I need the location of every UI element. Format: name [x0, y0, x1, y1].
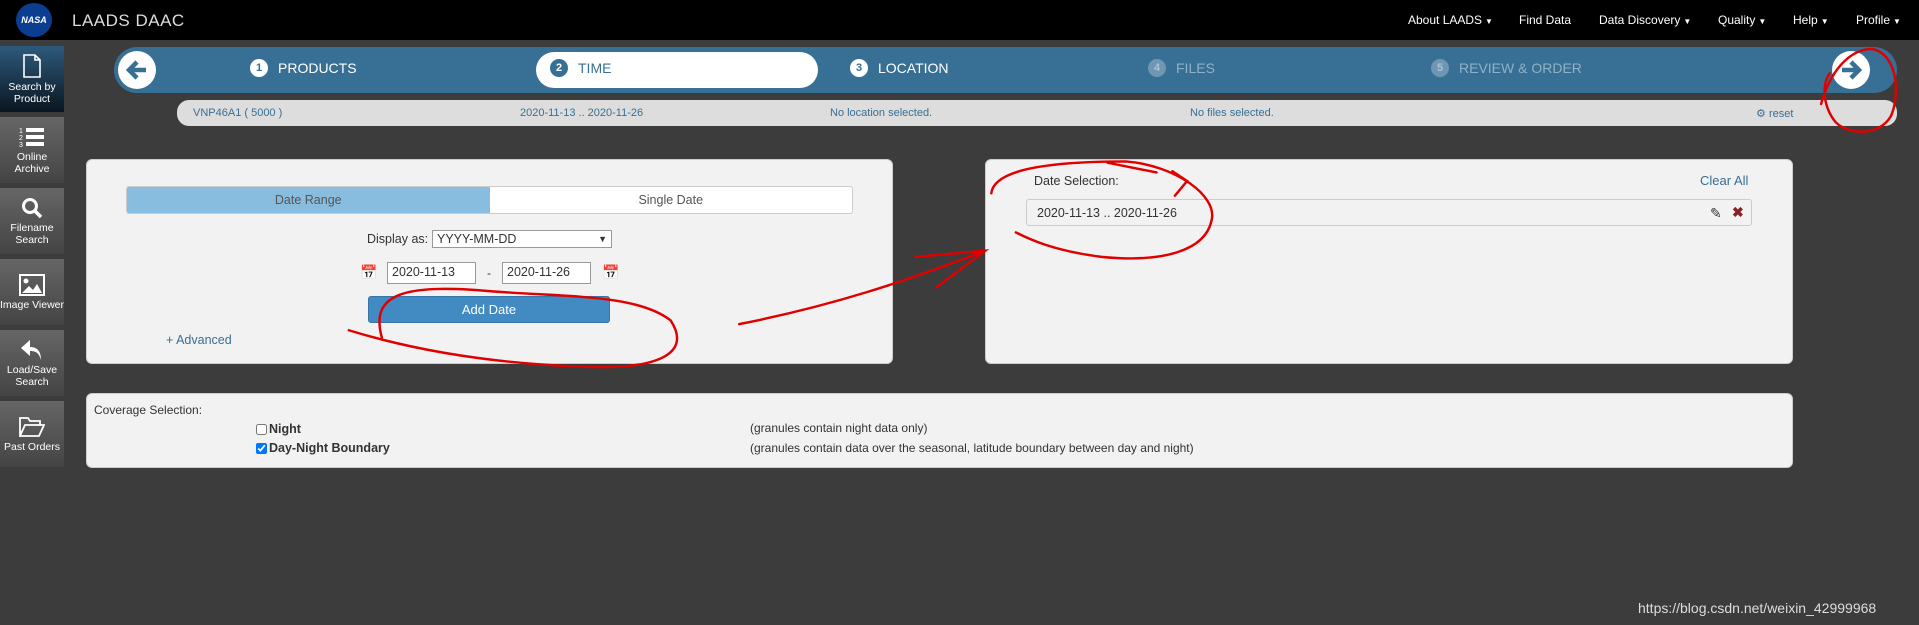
tab-date-range[interactable]: Date Range — [127, 187, 490, 213]
night-checkbox-option[interactable]: Night — [256, 422, 301, 436]
start-date-input[interactable]: 2020-11-13 — [387, 262, 476, 284]
date-selection-item: 2020-11-13 .. 2020-11-26 — [1026, 199, 1752, 226]
date-selection-panel — [985, 159, 1793, 364]
display-format-select[interactable]: YYYY-MM-DD ▼ — [432, 230, 612, 248]
arrow-left-icon — [125, 60, 146, 80]
night-description: (granules contain night data only) — [750, 421, 928, 435]
previous-step-button[interactable] — [118, 51, 156, 89]
tab-single-date[interactable]: Single Date — [490, 187, 853, 213]
day-night-boundary-checkbox[interactable] — [256, 442, 267, 454]
night-checkbox[interactable] — [256, 423, 267, 435]
folder-open-icon — [19, 416, 45, 437]
step-review-order: 5 REVIEW & ORDER — [1431, 59, 1582, 77]
day-night-boundary-checkbox-option[interactable]: Day-Night Boundary — [256, 441, 390, 455]
reset-button[interactable]: ⚙ reset — [1756, 107, 1793, 120]
date-selection-label: Date Selection: — [1034, 174, 1119, 188]
sidebar-item-search-by-product[interactable]: Search by Product — [0, 46, 64, 112]
sidebar-item-load-save-search[interactable]: Load/Save Search — [0, 330, 64, 396]
add-date-button[interactable]: Add Date — [368, 296, 610, 323]
nav-find-data[interactable]: Find Data — [1519, 13, 1571, 27]
arrow-right-icon — [1842, 60, 1863, 80]
next-step-button[interactable] — [1832, 51, 1870, 89]
svg-text:2: 2 — [19, 135, 23, 142]
nav-profile[interactable]: Profile ▼ — [1856, 13, 1901, 27]
display-as-label: Display as: — [367, 232, 429, 246]
day-night-boundary-description: (granules contain data over the seasonal… — [750, 441, 1194, 455]
nav-quality[interactable]: Quality ▼ — [1718, 13, 1766, 27]
step-products[interactable]: 1 PRODUCTS — [250, 59, 357, 77]
step-progress-bar — [114, 47, 1897, 93]
step-location[interactable]: 3 LOCATION — [850, 59, 949, 77]
start-calendar-icon[interactable]: 📅 — [360, 264, 377, 281]
coverage-label: Coverage Selection: — [94, 403, 203, 417]
end-calendar-icon[interactable]: 📅 — [602, 264, 619, 281]
summary-files[interactable]: No files selected. — [1190, 107, 1274, 119]
ordered-list-icon: 123 — [19, 127, 44, 148]
clear-all-link[interactable]: Clear All — [1700, 173, 1748, 188]
sidebar-item-past-orders[interactable]: Past Orders — [0, 401, 64, 467]
end-date-input[interactable]: 2020-11-26 — [502, 262, 591, 284]
image-icon — [19, 273, 45, 296]
step-time[interactable]: 2 TIME — [550, 59, 611, 77]
sidebar-item-image-viewer[interactable]: Image Viewer — [0, 259, 64, 325]
sidebar-item-filename-search[interactable]: Filename Search — [0, 188, 64, 254]
advanced-link[interactable]: + Advanced — [166, 333, 232, 347]
delete-icon[interactable]: ✖ — [1732, 204, 1744, 221]
step-files: 4 FILES — [1148, 59, 1215, 77]
svg-text:3: 3 — [19, 142, 23, 148]
logo-text: NASA — [21, 15, 47, 25]
summary-location[interactable]: No location selected. — [830, 107, 932, 119]
nav-help[interactable]: Help ▼ — [1793, 13, 1829, 27]
selection-summary-bar — [177, 100, 1897, 126]
search-icon — [22, 197, 43, 218]
date-separator: - — [487, 266, 491, 280]
gears-icon: ⚙ — [1756, 108, 1766, 120]
sidebar-item-online-archive[interactable]: 123 Online Archive — [0, 117, 64, 183]
file-icon — [23, 53, 41, 78]
reply-icon — [21, 339, 41, 360]
sidebar: Search by Product 123 Online Archive Fil… — [0, 46, 64, 472]
edit-icon[interactable]: ✎ — [1710, 205, 1722, 222]
coverage-selection-panel — [86, 393, 1793, 468]
app-title[interactable]: LAADS DAAC — [72, 11, 185, 31]
watermark: https://blog.csdn.net/weixin_42999968 — [1638, 600, 1877, 616]
nav-data-discovery[interactable]: Data Discovery ▼ — [1599, 13, 1691, 27]
nasa-logo[interactable]: NASA — [16, 3, 52, 37]
nav-about-laads[interactable]: About LAADS ▼ — [1408, 13, 1493, 27]
svg-text:1: 1 — [19, 128, 23, 135]
summary-time[interactable]: 2020-11-13 .. 2020-11-26 — [520, 107, 643, 119]
summary-product[interactable]: VNP46A1 ( 5000 ) — [193, 107, 282, 119]
date-mode-toggle: Date Range Single Date — [126, 186, 853, 214]
chevron-down-icon: ▼ — [598, 234, 607, 244]
